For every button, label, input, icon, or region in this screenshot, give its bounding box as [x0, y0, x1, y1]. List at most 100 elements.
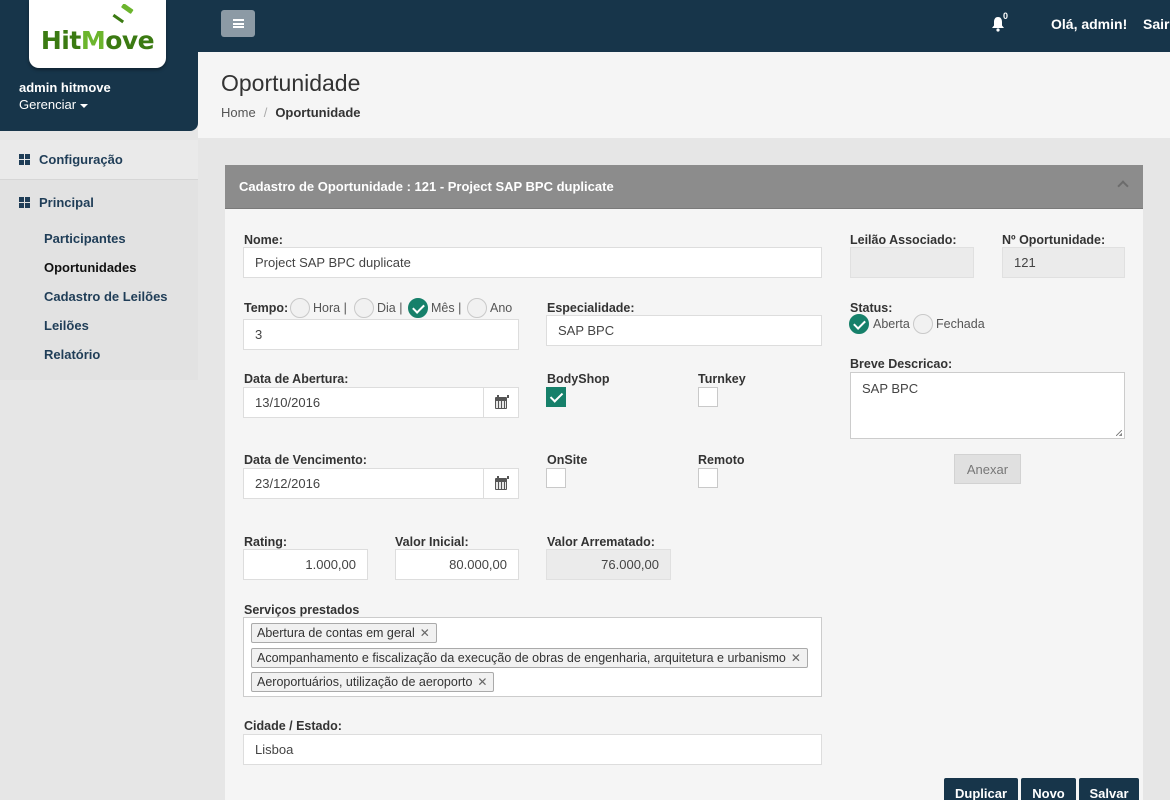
salvar-button[interactable]: Salvar — [1079, 778, 1139, 800]
menu-toggle-button[interactable] — [221, 10, 255, 37]
nome-label: Nome: — [244, 233, 283, 247]
calendar-icon — [495, 475, 509, 490]
rating-label: Rating: — [244, 535, 288, 549]
notification-count: 0 — [1003, 11, 1009, 21]
grid-icon — [19, 154, 30, 165]
nome-input[interactable]: Project SAP BPC duplicate — [243, 247, 822, 278]
status-label: Status: — [850, 301, 893, 315]
tempo-radio-ano[interactable] — [467, 298, 487, 318]
user-name: admin hitmove — [19, 80, 111, 95]
sidebar-group-configuracao[interactable]: Configuração — [0, 140, 198, 180]
grid-icon — [19, 196, 30, 208]
remove-tag-icon[interactable]: ✕ — [420, 624, 430, 642]
tempo-label: Tempo: — [244, 301, 289, 315]
servico-tag: Aeroportuários, utilização de aeroporto ✕ — [251, 672, 495, 692]
bodyshop-label: BodyShop — [547, 372, 610, 386]
cidade-input[interactable]: Lisboa — [243, 734, 822, 765]
especialidade-label: Especialidade: — [547, 301, 635, 315]
remove-tag-icon[interactable]: ✕ — [791, 649, 801, 667]
sidebar-item-leiloes[interactable]: Leilões — [44, 318, 89, 333]
leilao-associado-label: Leilão Associado: — [850, 233, 957, 247]
remove-tag-icon[interactable]: ✕ — [477, 673, 487, 691]
sidebar-item-participantes[interactable]: Participantes — [44, 231, 126, 246]
valor-arrematado-input: 76.000,00 — [546, 549, 671, 580]
status-radio-aberta[interactable] — [849, 314, 869, 334]
data-abertura-label: Data de Abertura: — [244, 372, 349, 386]
sidebar-group-label: Configuração — [39, 152, 123, 167]
servico-tag-label: Acompanhamento e fiscalização da execuçã… — [257, 651, 786, 665]
servico-tag-label: Aeroportuários, utilização de aeroporto — [257, 675, 473, 689]
servicos-tags-input[interactable]: Abertura de contas em geral ✕ Acompanhame… — [243, 617, 822, 697]
sidebar-item-oportunidades[interactable]: Oportunidades — [44, 260, 136, 275]
valor-arrematado-label: Valor Arrematado: — [547, 535, 655, 549]
especialidade-input[interactable]: SAP BPC — [546, 315, 822, 346]
turnkey-label: Turnkey — [698, 372, 746, 386]
cidade-label: Cidade / Estado: — [244, 719, 342, 733]
servico-tag-label: Abertura de contas em geral — [257, 626, 415, 640]
panel-title: Cadastro de Oportunidade : 121 - Project… — [239, 179, 614, 194]
turnkey-checkbox[interactable] — [698, 387, 718, 407]
tempo-option-dia: Dia | — [377, 301, 403, 315]
breve-descricao-value: SAP BPC — [862, 381, 919, 396]
tempo-radio-mes[interactable] — [408, 298, 428, 318]
breve-descricao-label: Breve Descricao: — [850, 357, 953, 371]
sidebar-header: HitMove admin hitmove Gerenciar — [0, 0, 198, 131]
n-oportunidade-input: 121 — [1002, 247, 1125, 278]
tempo-radio-dia[interactable] — [354, 298, 374, 318]
sidebar-group-principal[interactable]: Principal — [0, 182, 198, 222]
valor-inicial-input[interactable]: 80.000,00 — [395, 549, 519, 580]
hamburger-icon — [232, 19, 244, 28]
status-option-aberta: Aberta — [873, 317, 910, 331]
status-radio-fechada[interactable] — [913, 314, 933, 334]
breadcrumb-current: Oportunidade — [275, 105, 361, 120]
content-header: Oportunidade Home / Oportunidade — [198, 52, 1170, 138]
panel-header: Cadastro de Oportunidade : 121 - Project… — [225, 165, 1143, 209]
data-vencimento-input[interactable]: 23/12/2016 — [243, 468, 484, 499]
caret-down-icon — [80, 103, 89, 108]
anexar-button[interactable]: Anexar — [954, 454, 1021, 484]
breve-descricao-textarea[interactable]: SAP BPC — [850, 372, 1125, 439]
sidebar-group-label: Principal — [39, 194, 94, 210]
tempo-option-ano: Ano — [490, 301, 513, 315]
n-oportunidade-label: Nº Oportunidade: — [1002, 233, 1106, 247]
valor-inicial-label: Valor Inicial: — [395, 535, 469, 549]
novo-button[interactable]: Novo — [1021, 778, 1076, 800]
data-vencimento-label: Data de Vencimento: — [244, 453, 367, 467]
logo-text: HitMove — [40, 25, 155, 55]
sidebar-item-relatorio[interactable]: Relatório — [44, 347, 100, 362]
breadcrumb: Home / Oportunidade — [221, 105, 361, 120]
data-vencimento-calendar-button[interactable] — [483, 468, 519, 499]
calendar-icon — [495, 394, 509, 409]
sidebar-nav: Configuração Principal Participantes Opo… — [0, 140, 198, 380]
data-abertura-calendar-button[interactable] — [483, 387, 519, 418]
bodyshop-checkbox[interactable] — [546, 387, 566, 407]
onsite-label: OnSite — [547, 453, 588, 467]
servico-tag: Acompanhamento e fiscalização da execuçã… — [251, 648, 808, 668]
tempo-radio-hora[interactable] — [290, 298, 310, 318]
tempo-option-mes: Mês | — [431, 301, 462, 315]
tempo-input[interactable]: 3 — [243, 319, 519, 350]
remoto-checkbox[interactable] — [698, 468, 718, 488]
manage-label: Gerenciar — [19, 97, 77, 112]
data-abertura-input[interactable]: 13/10/2016 — [243, 387, 484, 418]
resize-handle-icon[interactable] — [1116, 430, 1122, 436]
rating-input[interactable]: 1.000,00 — [243, 549, 368, 580]
page-title: Oportunidade — [221, 70, 361, 96]
onsite-checkbox[interactable] — [546, 468, 566, 488]
status-option-fechada: Fechada — [936, 317, 985, 331]
logo[interactable]: HitMove — [29, 0, 166, 68]
breadcrumb-home[interactable]: Home — [221, 105, 256, 120]
gavel-icon — [112, 4, 134, 24]
sidebar-item-cadastro-leiloes[interactable]: Cadastro de Leilões — [44, 289, 168, 304]
duplicar-button[interactable]: Duplicar — [944, 778, 1018, 800]
remoto-label: Remoto — [698, 453, 745, 467]
greeting[interactable]: Olá, admin! — [1051, 16, 1127, 32]
servicos-label: Serviços prestados — [244, 603, 360, 617]
tempo-option-hora: Hora | — [313, 301, 347, 315]
manage-dropdown[interactable]: Gerenciar — [19, 97, 89, 112]
leilao-associado-input — [850, 247, 974, 278]
breadcrumb-separator: / — [263, 105, 268, 120]
servico-tag: Abertura de contas em geral ✕ — [251, 623, 437, 643]
logout-link[interactable]: Sair — [1143, 16, 1169, 32]
chevron-up-icon[interactable] — [1117, 180, 1129, 192]
